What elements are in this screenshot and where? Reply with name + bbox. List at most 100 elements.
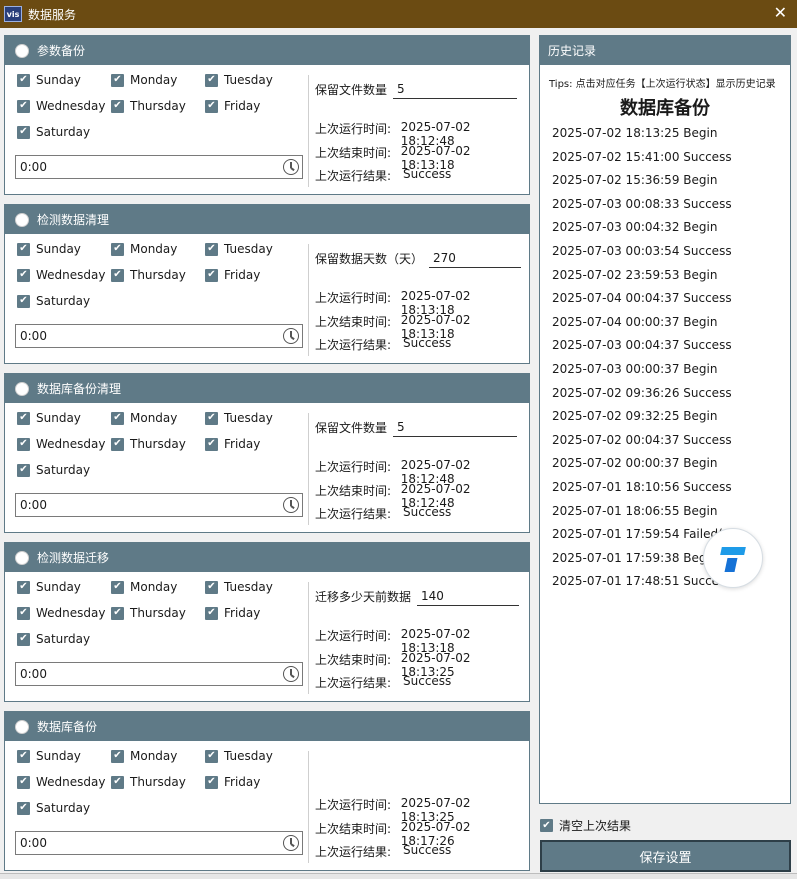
checkbox-icon[interactable]: ✔ [17,411,30,425]
schedule-time-input[interactable]: 0:00 [15,493,303,517]
day-checkbox[interactable]: ✔ Friday [205,99,260,113]
day-checkbox[interactable]: ✔ Friday [205,606,260,620]
checkbox-icon[interactable]: ✔ [205,749,218,763]
checkbox-icon[interactable]: ✔ [17,606,30,620]
last-run-result-value[interactable]: Success [403,167,451,184]
checkbox-icon[interactable]: ✔ [17,73,30,87]
day-checkbox[interactable]: ✔ Thursday [111,99,186,113]
day-checkbox[interactable]: ✔ Thursday [111,437,186,451]
checkbox-icon[interactable]: ✔ [111,437,124,451]
clock-icon[interactable] [283,666,299,682]
checkbox-icon[interactable]: ✔ [205,775,218,789]
checkbox-icon[interactable]: ✔ [17,580,30,594]
day-checkbox[interactable]: ✔ Saturday [17,125,90,139]
day-checkbox[interactable]: ✔ Saturday [17,294,90,308]
last-run-result-value[interactable]: Success [403,505,451,522]
day-checkbox[interactable]: ✔ Sunday [17,73,81,87]
day-checkbox[interactable]: ✔ Saturday [17,632,90,646]
day-checkbox[interactable]: ✔ Monday [111,242,177,256]
checkbox-icon[interactable]: ✔ [17,775,30,789]
clock-icon[interactable] [283,835,299,851]
last-run-result-value[interactable]: Success [403,674,451,691]
day-checkbox[interactable]: ✔ Sunday [17,580,81,594]
checkbox-icon[interactable]: ✔ [205,437,218,451]
day-checkbox[interactable]: ✔ Monday [111,580,177,594]
checkbox-icon[interactable]: ✔ [205,242,218,256]
day-checkbox[interactable]: ✔ Tuesday [205,580,273,594]
radio-icon[interactable] [15,550,29,565]
day-checkbox[interactable]: ✔ Tuesday [205,749,273,763]
radio-icon[interactable] [15,43,29,58]
day-checkbox[interactable]: ✔ Saturday [17,463,90,477]
checkbox-icon[interactable]: ✔ [17,125,30,139]
task-group: 参数备份 ✔ Sunday ✔ Monday ✔ Tuesday ✔ Wednesday ✔ Thu… [4,35,530,195]
day-checkbox[interactable]: ✔ Monday [111,411,177,425]
checkbox-icon[interactable]: ✔ [17,294,30,308]
radio-icon[interactable] [15,719,29,734]
checkbox-icon[interactable]: ✔ [111,775,124,789]
checkbox-icon[interactable]: ✔ [17,463,30,477]
day-checkbox[interactable]: ✔ Monday [111,73,177,87]
day-checkbox[interactable]: ✔ Friday [205,268,260,282]
retention-input[interactable]: 270 [429,248,522,268]
day-checkbox[interactable]: ✔ Monday [111,749,177,763]
day-checkbox[interactable]: ✔ Tuesday [205,411,273,425]
checkbox-icon[interactable]: ✔ [17,242,30,256]
checkbox-icon[interactable]: ✔ [205,268,218,282]
clock-icon[interactable] [283,497,299,513]
day-checkbox[interactable]: ✔ Sunday [17,749,81,763]
checkbox-icon[interactable]: ✔ [17,99,30,113]
checkbox-icon[interactable]: ✔ [205,99,218,113]
close-icon[interactable]: ✕ [774,4,787,22]
checkbox-icon[interactable]: ✔ [111,268,124,282]
radio-icon[interactable] [15,212,29,227]
retention-input[interactable]: 140 [417,586,520,606]
day-checkbox[interactable]: ✔ Saturday [17,801,90,815]
checkbox-icon[interactable]: ✔ [205,606,218,620]
checkbox-icon[interactable]: ✔ [111,411,124,425]
checkbox-icon[interactable]: ✔ [17,268,30,282]
checkbox-icon[interactable]: ✔ [111,73,124,87]
day-checkbox[interactable]: ✔ Thursday [111,775,186,789]
day-checkbox[interactable]: ✔ Tuesday [205,73,273,87]
schedule-time-input[interactable]: 0:00 [15,324,303,348]
checkbox-icon[interactable]: ✔ [17,801,30,815]
schedule-time-input[interactable]: 0:00 [15,662,303,686]
checkbox-icon[interactable]: ✔ [205,73,218,87]
day-checkbox[interactable]: ✔ Wednesday [17,268,105,282]
schedule-time-input[interactable]: 0:00 [15,831,303,855]
retention-input[interactable]: 5 [393,417,518,437]
checkbox-icon[interactable]: ✔ [205,580,218,594]
day-checkbox[interactable]: ✔ Friday [205,437,260,451]
floating-assistant-icon[interactable] [703,528,763,588]
retention-input[interactable]: 5 [393,79,518,99]
checkbox-icon[interactable]: ✔ [17,437,30,451]
day-checkbox[interactable]: ✔ Sunday [17,242,81,256]
day-checkbox[interactable]: ✔ Wednesday [17,99,105,113]
day-checkbox[interactable]: ✔ Thursday [111,606,186,620]
clock-icon[interactable] [283,328,299,344]
day-checkbox[interactable]: ✔ Tuesday [205,242,273,256]
day-checkbox[interactable]: ✔ Sunday [17,411,81,425]
day-checkbox[interactable]: ✔ Wednesday [17,606,105,620]
checkbox-icon[interactable]: ✔ [111,99,124,113]
checkbox-icon[interactable]: ✔ [540,819,553,832]
last-run-result-value[interactable]: Success [403,843,451,860]
last-run-result-value[interactable]: Success [403,336,451,353]
checkbox-icon[interactable]: ✔ [205,411,218,425]
checkbox-icon[interactable]: ✔ [111,749,124,763]
save-settings-button[interactable]: 保存设置 [540,840,791,872]
clear-last-result-checkbox[interactable]: ✔ 清空上次结果 [540,817,631,834]
checkbox-icon[interactable]: ✔ [111,580,124,594]
day-checkbox[interactable]: ✔ Friday [205,775,260,789]
checkbox-icon[interactable]: ✔ [17,749,30,763]
radio-icon[interactable] [15,381,29,396]
day-checkbox[interactable]: ✔ Wednesday [17,775,105,789]
checkbox-icon[interactable]: ✔ [111,606,124,620]
day-checkbox[interactable]: ✔ Wednesday [17,437,105,451]
checkbox-icon[interactable]: ✔ [17,632,30,646]
schedule-time-input[interactable]: 0:00 [15,155,303,179]
clock-icon[interactable] [283,159,299,175]
checkbox-icon[interactable]: ✔ [111,242,124,256]
day-checkbox[interactable]: ✔ Thursday [111,268,186,282]
